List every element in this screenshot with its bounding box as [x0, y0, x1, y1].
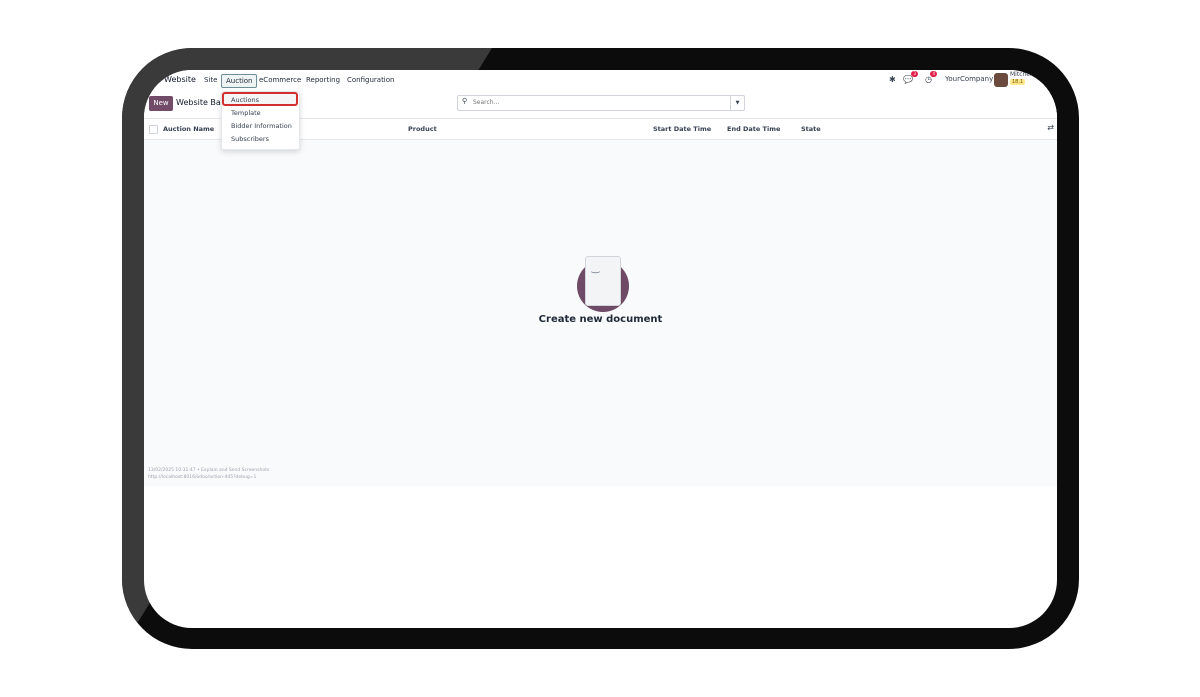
search-bar[interactable]: ⚲ ▼: [457, 95, 745, 111]
user-name[interactable]: Mitchel: [1010, 71, 1032, 78]
chat-badge: 3: [911, 71, 918, 77]
document-icon: ‿: [584, 256, 621, 306]
select-all-checkbox[interactable]: [149, 125, 158, 134]
menu-configuration[interactable]: Configuration: [347, 74, 394, 86]
new-button[interactable]: New: [149, 96, 173, 111]
footer-timestamp: 13/02/2025 10:31:47 • Explain and Send S…: [148, 468, 270, 473]
user-avatar[interactable]: [994, 73, 1008, 87]
column-start-date-time[interactable]: Start Date Time: [653, 125, 711, 133]
bug-icon[interactable]: ✱: [889, 75, 896, 85]
dropdown-item-template[interactable]: Template: [231, 109, 261, 117]
empty-state: ‿ Create new document: [144, 250, 1057, 325]
auction-dropdown-menu: Auctions Template Bidder Information Sub…: [221, 91, 300, 150]
dropdown-item-bidder-information[interactable]: Bidder Information: [231, 122, 292, 130]
device-frame: ⋮⋮ Website Site Auction eCommerce Report…: [122, 48, 1079, 649]
activity-badge: 4: [930, 71, 937, 77]
top-navbar: ⋮⋮ Website Site Auction eCommerce Report…: [144, 70, 1057, 93]
menu-ecommerce[interactable]: eCommerce: [259, 74, 301, 86]
menu-reporting[interactable]: Reporting: [306, 74, 340, 86]
database-badge: 18.1: [1010, 79, 1026, 85]
menu-site[interactable]: Site: [204, 74, 217, 86]
optional-columns-icon[interactable]: ⇄: [1047, 123, 1054, 132]
empty-title: Create new document: [538, 314, 663, 325]
screen: ⋮⋮ Website Site Auction eCommerce Report…: [144, 70, 1057, 628]
column-state[interactable]: State: [801, 125, 821, 133]
search-input[interactable]: [473, 97, 713, 108]
footer-url: http://localhost:8016/odoo/action-445?de…: [148, 475, 257, 480]
dropdown-item-auctions[interactable]: Auctions: [231, 96, 259, 104]
empty-document-illustration: ‿: [571, 250, 631, 312]
search-options-toggle[interactable]: ▼: [730, 96, 744, 110]
menu-auction[interactable]: Auction: [221, 74, 258, 88]
dropdown-item-subscribers[interactable]: Subscribers: [231, 135, 269, 143]
app-window: ⋮⋮ Website Site Auction eCommerce Report…: [144, 70, 1057, 486]
activity-clock-icon[interactable]: ◷ 4: [925, 71, 937, 85]
apps-menu-icon[interactable]: ⋮⋮: [148, 74, 162, 86]
column-product[interactable]: Product: [408, 125, 437, 133]
column-auction-name[interactable]: Auction Name: [163, 125, 214, 133]
app-name[interactable]: Website: [164, 74, 196, 86]
breadcrumb: Website Bar: [176, 98, 225, 107]
chat-icon[interactable]: 💬 3: [903, 71, 918, 85]
smile-icon: ‿: [591, 263, 600, 274]
column-end-date-time[interactable]: End Date Time: [727, 125, 780, 133]
search-icon: ⚲: [462, 97, 468, 105]
company-switcher[interactable]: YourCompany: [945, 75, 993, 83]
